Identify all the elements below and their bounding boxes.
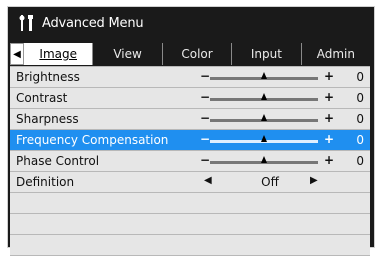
setting-value: 0 <box>356 112 364 126</box>
increase-icon[interactable]: + <box>324 153 334 167</box>
setting-row-sharpness[interactable]: Sharpness − + 0 <box>10 109 370 130</box>
tab-image[interactable]: Image <box>24 43 93 65</box>
empty-row <box>10 214 370 235</box>
advanced-menu-window: Advanced Menu ◀ Image View Color Input A… <box>7 6 375 256</box>
slider-thumb[interactable] <box>261 114 267 121</box>
decrease-icon[interactable]: − <box>200 69 210 83</box>
decrease-icon[interactable]: − <box>200 132 210 146</box>
slider-track[interactable] <box>210 156 318 164</box>
setting-row-phase-control[interactable]: Phase Control − + 0 <box>10 151 370 172</box>
setting-row-brightness[interactable]: Brightness − + 0 <box>10 67 370 88</box>
slider-track[interactable] <box>210 135 318 143</box>
tab-admin[interactable]: Admin <box>300 43 370 65</box>
setting-value: 0 <box>356 133 364 147</box>
setting-label: Frequency Compensation <box>16 133 169 147</box>
increase-icon[interactable]: + <box>324 90 334 104</box>
setting-value: 0 <box>356 70 364 84</box>
setting-label: Phase Control <box>16 154 100 168</box>
tab-left-arrow-icon[interactable]: ◀ <box>10 43 24 65</box>
title-bar: Advanced Menu <box>8 7 374 39</box>
slider-thumb[interactable] <box>261 135 267 142</box>
slider-track[interactable] <box>210 114 318 122</box>
decrease-icon[interactable]: − <box>200 111 210 125</box>
tools-icon <box>18 13 40 33</box>
tab-color[interactable]: Color <box>161 43 231 65</box>
increase-icon[interactable]: + <box>324 132 334 146</box>
increase-icon[interactable]: + <box>324 69 334 83</box>
slider-thumb[interactable] <box>261 72 267 79</box>
settings-list: Brightness − + 0 Contrast − + 0 Sharpnes… <box>10 67 370 256</box>
setting-label: Brightness <box>16 70 80 84</box>
setting-value: 0 <box>356 91 364 105</box>
setting-row-frequency-compensation[interactable]: Frequency Compensation − + 0 <box>10 130 370 151</box>
setting-label: Definition <box>16 175 75 189</box>
slider-thumb[interactable] <box>261 93 267 100</box>
decrease-icon[interactable]: − <box>200 90 210 104</box>
left-arrow-icon[interactable]: ◀ <box>204 175 212 186</box>
option-value: Off <box>261 175 279 189</box>
slider-thumb[interactable] <box>261 156 267 163</box>
setting-label: Contrast <box>16 91 68 105</box>
setting-row-contrast[interactable]: Contrast − + 0 <box>10 88 370 109</box>
setting-value: 0 <box>356 154 364 168</box>
tab-view[interactable]: View <box>92 43 161 65</box>
right-arrow-icon[interactable]: ▶ <box>310 175 318 186</box>
slider-track[interactable] <box>210 72 318 80</box>
increase-icon[interactable]: + <box>324 111 334 125</box>
window-title: Advanced Menu <box>42 15 144 31</box>
decrease-icon[interactable]: − <box>200 153 210 167</box>
empty-row <box>10 235 370 256</box>
empty-row <box>10 193 370 214</box>
tab-bar: ◀ Image View Color Input Admin <box>10 43 370 67</box>
tab-input[interactable]: Input <box>231 43 300 65</box>
setting-row-definition[interactable]: Definition ◀ Off ▶ <box>10 172 370 193</box>
slider-track[interactable] <box>210 93 318 101</box>
setting-label: Sharpness <box>16 112 79 126</box>
